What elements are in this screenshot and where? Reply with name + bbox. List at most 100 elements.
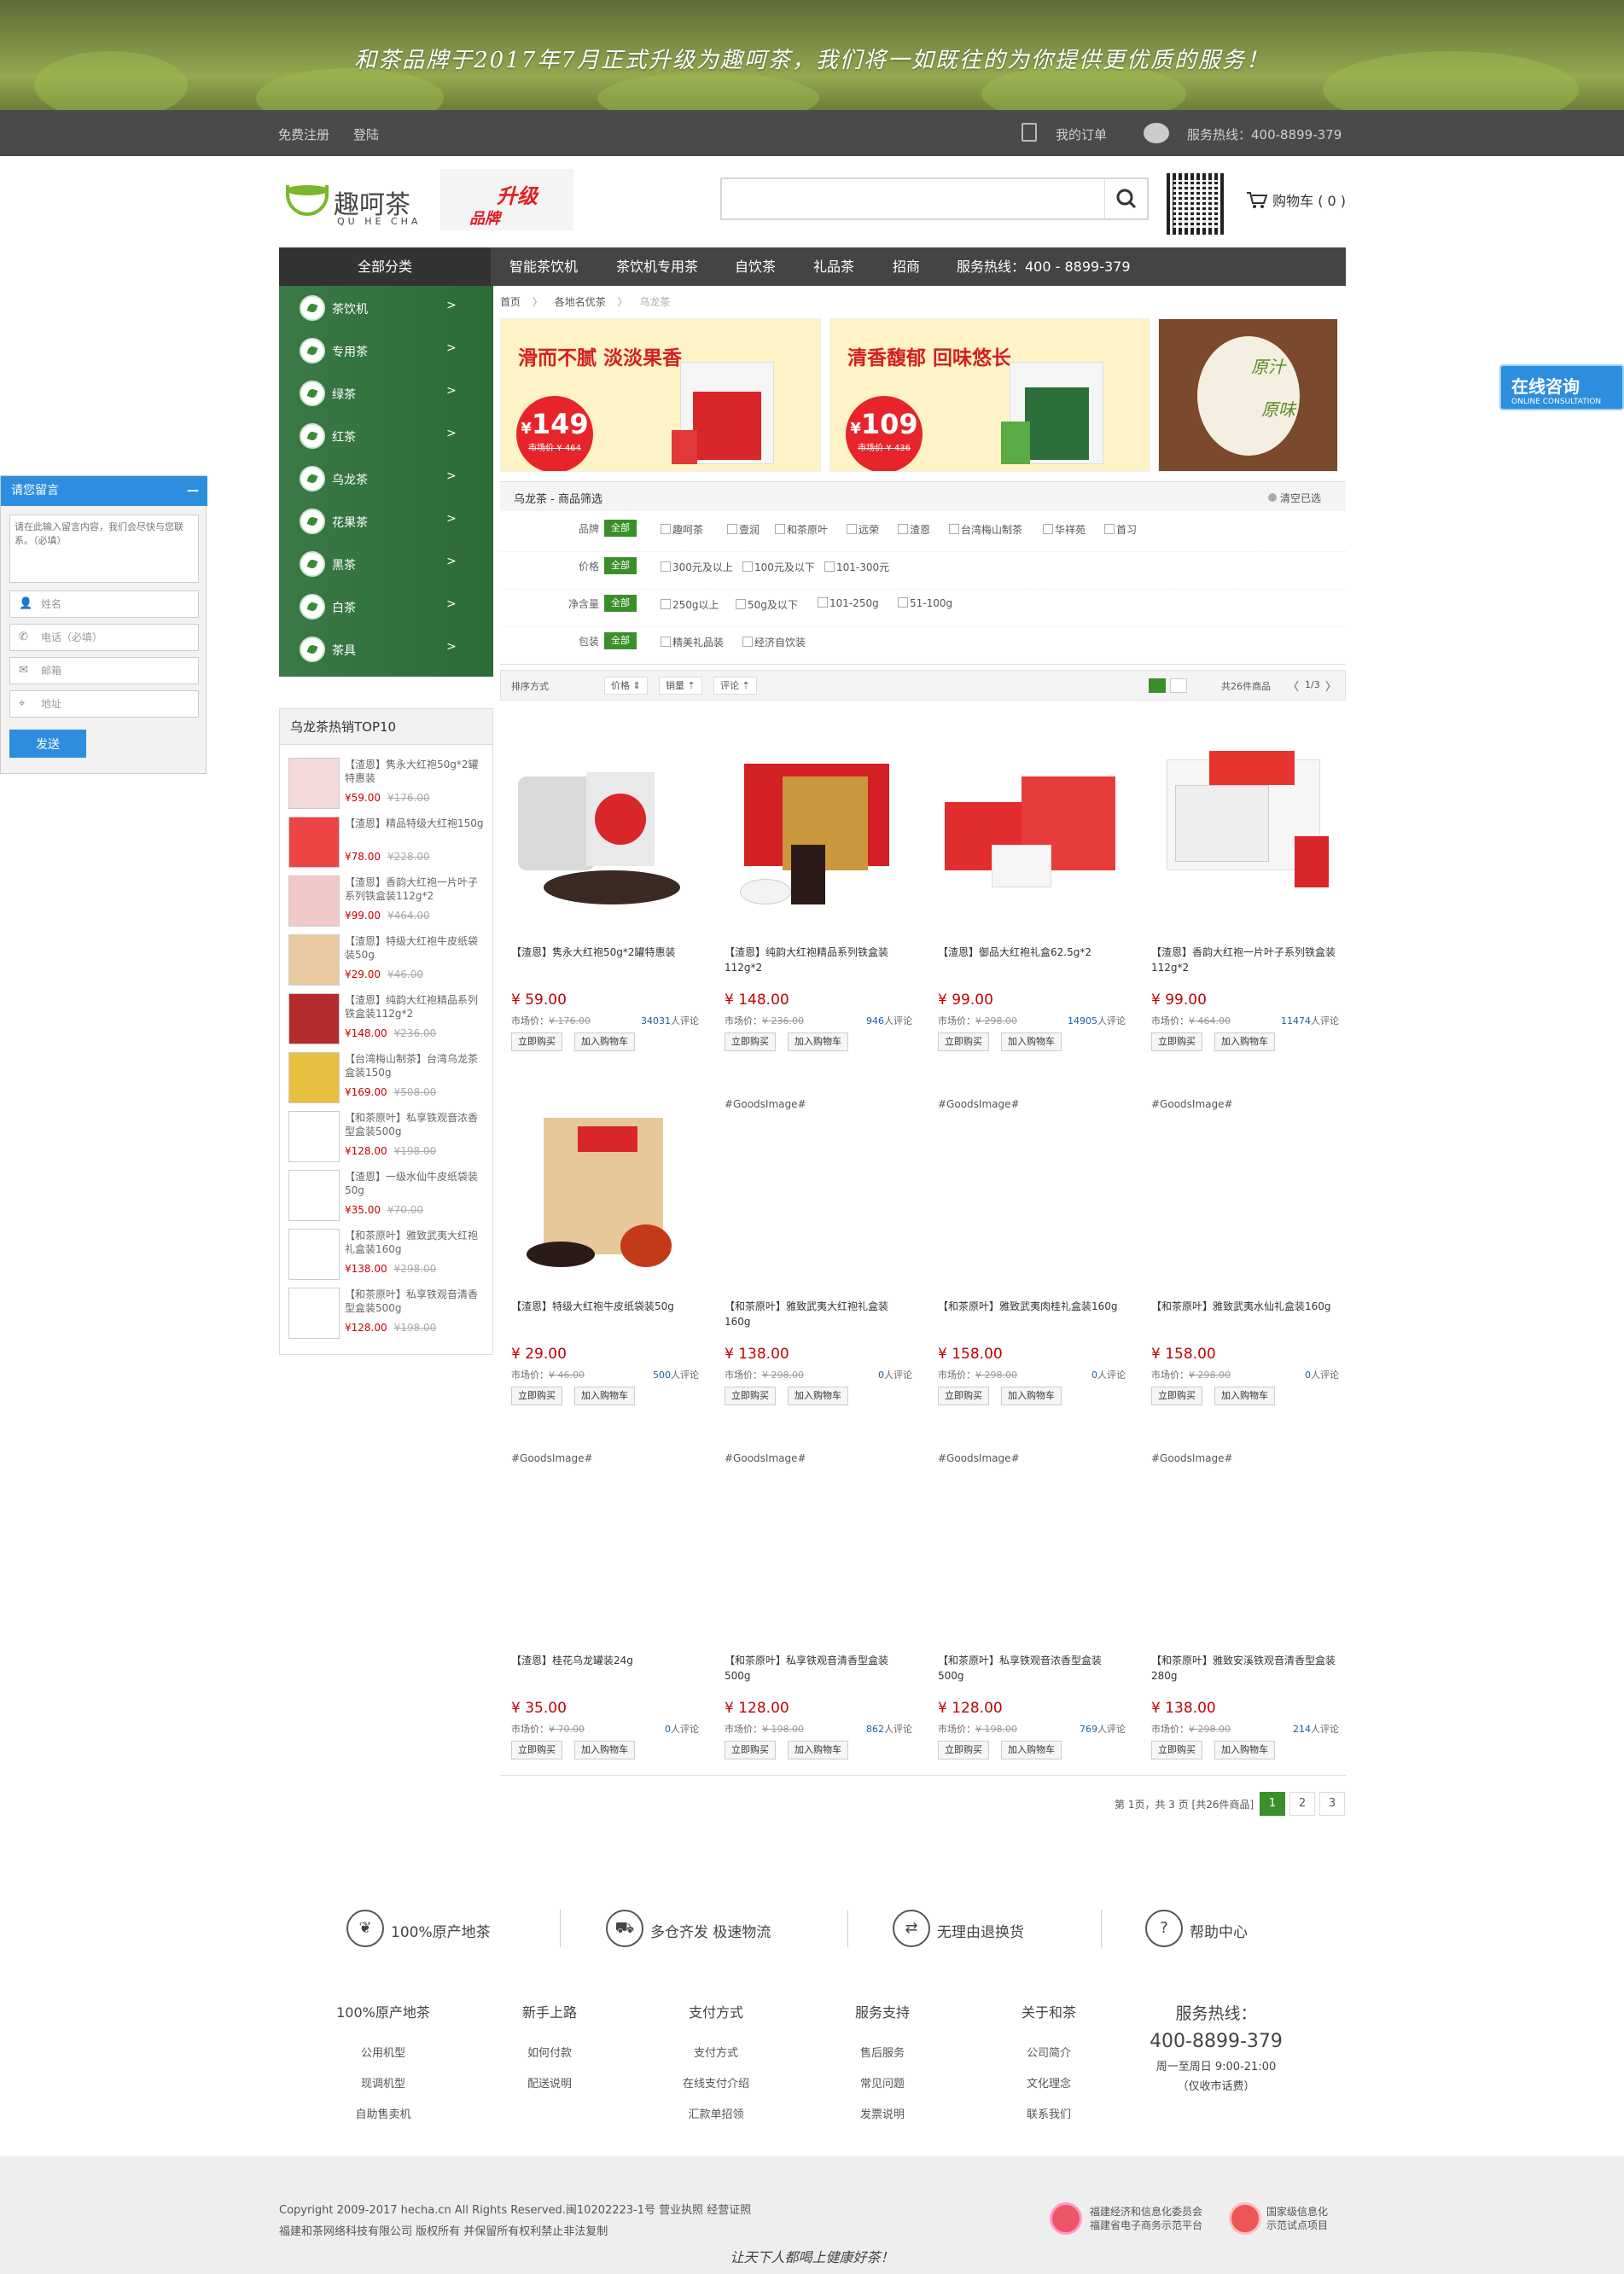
product-name[interactable]: 【渣恩】香韵大红袍一片叶子系列铁盒装112g*2 xyxy=(1151,945,1341,975)
review-count[interactable]: 769人评论 xyxy=(1080,1722,1126,1736)
product-name[interactable]: 【和茶原叶】雅致安溪铁观音清香型盒装280g xyxy=(1151,1653,1341,1684)
product-image[interactable] xyxy=(509,1096,699,1286)
top10-item[interactable]: 【渣恩】香韵大红袍一片叶子系列铁盒装112g*2 ¥99.00 ¥464.00 xyxy=(288,874,490,928)
product-card[interactable]: #GoodsImage# 【和茶原叶】私享铁观音清香型盒装500g ¥ 128.00… xyxy=(723,1451,912,1783)
filter-all[interactable]: 全部 xyxy=(604,520,637,537)
top10-item[interactable]: 【渣恩】纯韵大红袍精品系列铁盒装112g*2 ¥148.00 ¥236.00 xyxy=(288,992,490,1046)
review-count[interactable]: 11474人评论 xyxy=(1281,1014,1339,1027)
message-widget-header[interactable]: 请您留言 — xyxy=(1,476,207,506)
product-card[interactable]: 【渣恩】隽永大红袍50g*2罐特惠装 ¥ 59.00 市场价：¥ 176.00 340… xyxy=(509,742,699,1075)
product-image[interactable]: #GoodsImage# xyxy=(1150,1096,1339,1286)
review-count[interactable]: 14905人评论 xyxy=(1068,1014,1126,1027)
product-image[interactable]: #GoodsImage# xyxy=(936,1451,1126,1640)
add-to-cart-button[interactable]: 加入购物车 xyxy=(1001,1032,1062,1051)
review-count[interactable]: 0人评论 xyxy=(878,1368,912,1381)
footer-link[interactable]: 联系我们 xyxy=(985,2100,1113,2131)
cart-link[interactable]: 购物车 ( 0 ) xyxy=(1246,189,1346,210)
review-count[interactable]: 0人评论 xyxy=(665,1722,699,1736)
minimize-icon[interactable]: — xyxy=(187,476,199,506)
top10-item[interactable]: 【和茶原叶】雅致武夷大红袍礼盒装160g ¥138.00 ¥298.00 xyxy=(288,1227,490,1282)
review-count[interactable]: 214人评论 xyxy=(1293,1722,1339,1736)
message-textarea[interactable] xyxy=(9,515,199,583)
search-input[interactable] xyxy=(722,179,1097,218)
product-image[interactable] xyxy=(1150,742,1339,932)
review-count[interactable]: 946人评论 xyxy=(866,1014,912,1027)
add-to-cart-button[interactable]: 加入购物车 xyxy=(1214,1032,1275,1051)
footer-link[interactable]: 文化理念 xyxy=(985,2069,1113,2100)
phone-field[interactable]: ✆ 电话（必填） xyxy=(9,624,199,651)
buy-now-button[interactable]: 立即购买 xyxy=(511,1032,562,1051)
category-item[interactable]: 茶饮机 > xyxy=(279,286,493,329)
category-item[interactable]: 花果茶 > xyxy=(279,499,493,542)
product-image[interactable]: #GoodsImage# xyxy=(723,1451,912,1640)
add-to-cart-button[interactable]: 加入购物车 xyxy=(1214,1387,1275,1405)
filter-all[interactable]: 全部 xyxy=(604,595,637,612)
product-card[interactable]: #GoodsImage# 【和茶原叶】雅致安溪铁观音清香型盒装280g ¥ 138.… xyxy=(1150,1451,1339,1783)
add-to-cart-button[interactable]: 加入购物车 xyxy=(1214,1741,1275,1759)
page-button[interactable]: 2 xyxy=(1289,1792,1315,1816)
review-count[interactable]: 500人评论 xyxy=(653,1368,699,1381)
next-page-icon[interactable]: 〉 xyxy=(1325,678,1336,694)
filter-all[interactable]: 全部 xyxy=(604,557,637,574)
online-consultation-button[interactable]: 在线咨询 ONLINE CONSULTATION xyxy=(1499,364,1624,410)
sort-price-button[interactable]: 价格 ⇕ xyxy=(604,677,648,695)
promo-banner-1[interactable]: 滑而不腻 淡淡果香 ¥149 市场价 ¥ 464 xyxy=(500,318,821,472)
nav-item-franchise[interactable]: 招商 xyxy=(893,247,920,286)
footer-link[interactable]: 在线支付介绍 xyxy=(652,2069,780,2100)
product-image[interactable]: #GoodsImage# xyxy=(723,1096,912,1286)
product-image[interactable] xyxy=(936,742,1126,932)
login-link[interactable]: 登陆 xyxy=(353,125,379,143)
buy-now-button[interactable]: 立即购买 xyxy=(725,1741,776,1759)
category-item[interactable]: 绿茶 > xyxy=(279,371,493,414)
buy-now-button[interactable]: 立即购买 xyxy=(1151,1741,1202,1759)
category-item[interactable]: 白茶 > xyxy=(279,584,493,627)
wechat-icon[interactable] xyxy=(1144,123,1169,143)
add-to-cart-button[interactable]: 加入购物车 xyxy=(574,1387,635,1405)
product-card[interactable]: #GoodsImage# 【和茶原叶】私享铁观音浓香型盒装500g ¥ 128.00… xyxy=(936,1451,1126,1783)
product-name[interactable]: 【渣恩】隽永大红袍50g*2罐特惠装 xyxy=(511,945,701,960)
add-to-cart-button[interactable]: 加入购物车 xyxy=(1001,1387,1062,1405)
buy-now-button[interactable]: 立即购买 xyxy=(1151,1387,1202,1405)
add-to-cart-button[interactable]: 加入购物车 xyxy=(788,1387,848,1405)
category-item[interactable]: 专用茶 > xyxy=(279,329,493,371)
nav-item-gift-tea[interactable]: 礼品茶 xyxy=(813,247,854,286)
category-item[interactable]: 黑茶 > xyxy=(279,542,493,584)
review-count[interactable]: 0人评论 xyxy=(1305,1368,1339,1381)
review-count[interactable]: 0人评论 xyxy=(1091,1368,1126,1381)
buy-now-button[interactable]: 立即购买 xyxy=(511,1741,562,1759)
add-to-cart-button[interactable]: 加入购物车 xyxy=(574,1032,635,1051)
product-name[interactable]: 【和茶原叶】雅致武夷肉桂礼盒装160g xyxy=(938,1299,1127,1314)
footer-link[interactable]: 如何付款 xyxy=(486,2038,614,2069)
review-count[interactable]: 34031人评论 xyxy=(641,1014,699,1027)
product-image[interactable]: #GoodsImage# xyxy=(936,1096,1126,1286)
buy-now-button[interactable]: 立即购买 xyxy=(938,1741,989,1759)
product-name[interactable]: 【渣恩】纯韵大红袍精品系列铁盒装112g*2 xyxy=(725,945,914,975)
sort-reviews-button[interactable]: 评论 ⇡ xyxy=(713,677,757,695)
footer-link[interactable]: 现调机型 xyxy=(319,2069,447,2100)
footer-link[interactable]: 汇款单招领 xyxy=(652,2100,780,2131)
footer-link[interactable]: 自助售卖机 xyxy=(319,2100,447,2131)
product-image[interactable]: #GoodsImage# xyxy=(1150,1451,1339,1640)
footer-link[interactable]: 发票说明 xyxy=(818,2100,946,2131)
my-orders-link[interactable]: 我的订单 xyxy=(1056,125,1107,143)
product-name[interactable]: 【和茶原叶】雅致武夷大红袍礼盒装160g xyxy=(725,1299,914,1329)
product-card[interactable]: 【渣恩】香韵大红袍一片叶子系列铁盒装112g*2 ¥ 99.00 市场价：¥ 464… xyxy=(1150,742,1339,1075)
top10-item[interactable]: 【渣恩】隽永大红袍50g*2罐特惠装 ¥59.00 ¥176.00 xyxy=(288,756,490,811)
address-field[interactable]: ⌖ 地址 xyxy=(9,690,199,718)
breadcrumb-home[interactable]: 首页 xyxy=(500,296,521,308)
product-name[interactable]: 【渣恩】特级大红袍牛皮纸袋装50g xyxy=(511,1299,701,1314)
buy-now-button[interactable]: 立即购买 xyxy=(938,1387,989,1405)
product-card[interactable]: 【渣恩】御品大红袍礼盒62.5g*2 ¥ 99.00 市场价：¥ 298.00 149… xyxy=(936,742,1126,1075)
product-image[interactable] xyxy=(509,742,699,932)
buy-now-button[interactable]: 立即购买 xyxy=(1151,1032,1202,1051)
category-item[interactable]: 红茶 > xyxy=(279,414,493,457)
filter-all[interactable]: 全部 xyxy=(604,632,637,649)
prev-page-icon[interactable]: 〈 xyxy=(1288,678,1299,694)
product-card[interactable]: #GoodsImage# 【和茶原叶】雅致武夷水仙礼盒装160g ¥ 158.00 市… xyxy=(1150,1096,1339,1429)
product-card[interactable]: #GoodsImage# 【和茶原叶】雅致武夷大红袍礼盒装160g ¥ 138.00… xyxy=(723,1096,912,1429)
top10-item[interactable]: 【渣恩】一级水仙牛皮纸袋装50g ¥35.00 ¥70.00 xyxy=(288,1168,490,1223)
breadcrumb-level1[interactable]: 各地名优茶 xyxy=(555,296,606,308)
footer-link[interactable]: 常见问题 xyxy=(818,2069,946,2100)
product-card[interactable]: #GoodsImage# 【和茶原叶】雅致武夷肉桂礼盒装160g ¥ 158.00 市… xyxy=(936,1096,1126,1429)
promo-banner-3[interactable]: 原汁 原味 xyxy=(1158,318,1338,472)
